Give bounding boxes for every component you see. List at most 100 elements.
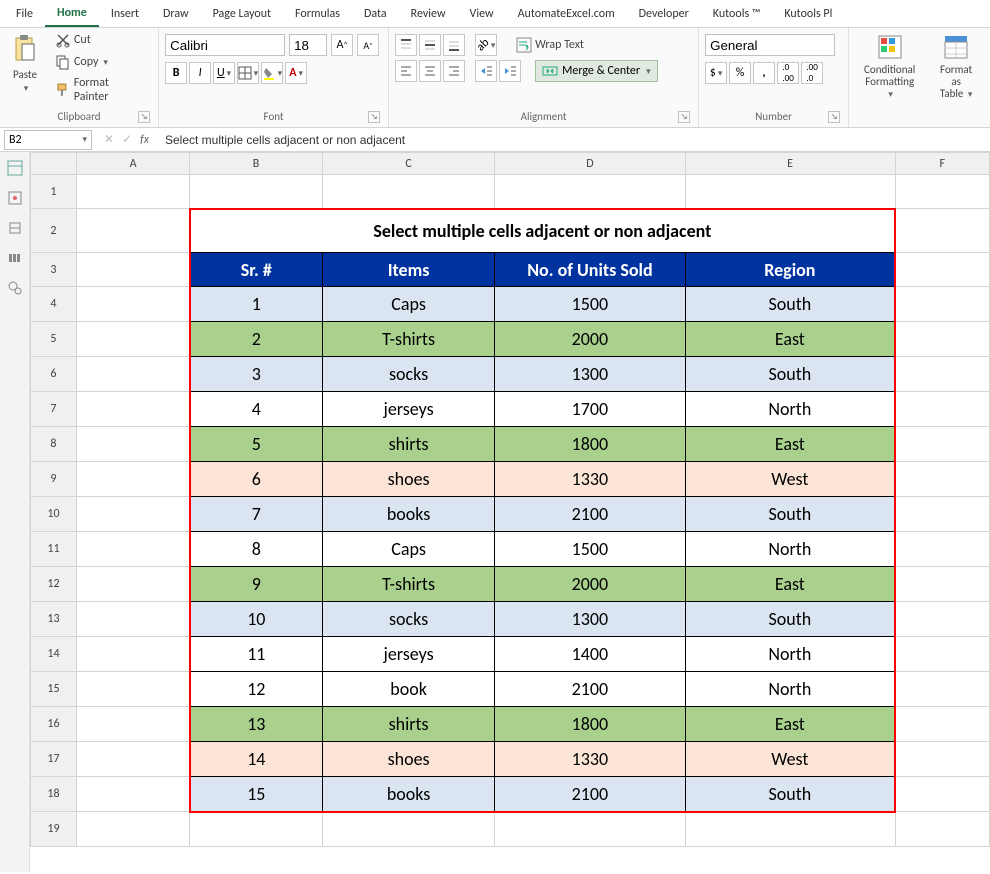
cell-F14[interactable]	[895, 637, 989, 672]
cell-E14[interactable]: North	[685, 637, 895, 672]
align-left-button[interactable]	[395, 60, 417, 82]
cell-E10[interactable]: South	[685, 497, 895, 532]
cell-F1[interactable]	[895, 175, 989, 209]
tab-automateexcel-com[interactable]: AutomateExcel.com	[506, 2, 627, 26]
font-name-combo[interactable]	[165, 34, 285, 56]
dialog-launcher-icon[interactable]: ↘	[678, 111, 690, 123]
header-region[interactable]: Region	[685, 253, 895, 287]
cell-B9[interactable]: 6	[190, 462, 323, 497]
tab-home[interactable]: Home	[45, 1, 99, 27]
cell-E1[interactable]	[685, 175, 895, 209]
tab-developer[interactable]: Developer	[627, 2, 701, 26]
grid[interactable]: ABCDEF12Select multiple cells adjacent o…	[30, 152, 990, 847]
cell-C4[interactable]: Caps	[322, 287, 494, 322]
cancel-formula-icon[interactable]: ✕	[104, 132, 114, 147]
cell-B5[interactable]: 2	[190, 322, 323, 357]
cell-B6[interactable]: 3	[190, 357, 323, 392]
sheet[interactable]: ABCDEF12Select multiple cells adjacent o…	[30, 152, 990, 872]
cell-A10[interactable]	[76, 497, 189, 532]
cell-A2[interactable]	[76, 209, 189, 253]
cell-E6[interactable]: South	[685, 357, 895, 392]
side-icon-3[interactable]	[7, 220, 23, 236]
cell-C7[interactable]: jerseys	[322, 392, 494, 427]
cell-D7[interactable]: 1700	[495, 392, 685, 427]
col-header-F[interactable]: F	[895, 153, 989, 175]
cell-F15[interactable]	[895, 672, 989, 707]
navigation-pane-icon[interactable]	[7, 160, 23, 176]
cell-F16[interactable]	[895, 707, 989, 742]
cell-E17[interactable]: West	[685, 742, 895, 777]
cell-E9[interactable]: West	[685, 462, 895, 497]
bold-button[interactable]: B	[165, 62, 187, 84]
cell-B1[interactable]	[190, 175, 323, 209]
header-items[interactable]: Items	[322, 253, 494, 287]
cell-E8[interactable]: East	[685, 427, 895, 462]
format-painter-button[interactable]: Format Painter	[48, 74, 152, 106]
row-header-19[interactable]: 19	[31, 812, 77, 847]
cell-D9[interactable]: 1330	[495, 462, 685, 497]
row-header-1[interactable]: 1	[31, 175, 77, 209]
cell-A13[interactable]	[76, 602, 189, 637]
cell-A15[interactable]	[76, 672, 189, 707]
cell-F12[interactable]	[895, 567, 989, 602]
cell-D11[interactable]: 1500	[495, 532, 685, 567]
col-header-D[interactable]: D	[495, 153, 685, 175]
col-header-C[interactable]: C	[322, 153, 494, 175]
align-top-button[interactable]	[395, 34, 417, 56]
col-header-E[interactable]: E	[685, 153, 895, 175]
cell-F13[interactable]	[895, 602, 989, 637]
cell-A19[interactable]	[76, 812, 189, 847]
italic-button[interactable]: I	[189, 62, 211, 84]
cell-F18[interactable]	[895, 777, 989, 812]
tab-file[interactable]: File	[4, 2, 45, 26]
cut-button[interactable]: Cut	[48, 30, 152, 50]
cell-B13[interactable]: 10	[190, 602, 323, 637]
name-box[interactable]: B2 ▾	[4, 130, 92, 150]
cell-F2[interactable]	[895, 209, 989, 253]
cell-F3[interactable]	[895, 253, 989, 287]
cell-E15[interactable]: North	[685, 672, 895, 707]
dialog-launcher-icon[interactable]: ↘	[138, 111, 150, 123]
merge-center-button[interactable]: Merge & Center ▾	[535, 60, 658, 82]
underline-button[interactable]: U▾	[213, 62, 235, 84]
row-header-5[interactable]: 5	[31, 322, 77, 357]
cell-D15[interactable]: 2100	[495, 672, 685, 707]
cell-F7[interactable]	[895, 392, 989, 427]
cell-B17[interactable]: 14	[190, 742, 323, 777]
cell-E11[interactable]: North	[685, 532, 895, 567]
cell-B15[interactable]: 12	[190, 672, 323, 707]
row-header-9[interactable]: 9	[31, 462, 77, 497]
cell-A6[interactable]	[76, 357, 189, 392]
row-header-12[interactable]: 12	[31, 567, 77, 602]
cell-A12[interactable]	[76, 567, 189, 602]
increase-decimal-button[interactable]: .0.00	[777, 62, 799, 84]
cell-B8[interactable]: 5	[190, 427, 323, 462]
cell-A4[interactable]	[76, 287, 189, 322]
cell-C15[interactable]: book	[322, 672, 494, 707]
align-middle-button[interactable]	[419, 34, 441, 56]
cell-C10[interactable]: books	[322, 497, 494, 532]
font-size-combo[interactable]	[289, 34, 327, 56]
cell-C1[interactable]	[322, 175, 494, 209]
row-header-18[interactable]: 18	[31, 777, 77, 812]
percent-button[interactable]: %	[729, 62, 751, 84]
row-header-10[interactable]: 10	[31, 497, 77, 532]
formula-input[interactable]	[161, 130, 986, 150]
row-header-11[interactable]: 11	[31, 532, 77, 567]
cell-F4[interactable]	[895, 287, 989, 322]
cell-B16[interactable]: 13	[190, 707, 323, 742]
col-header-B[interactable]: B	[190, 153, 323, 175]
cell-E12[interactable]: East	[685, 567, 895, 602]
cell-D16[interactable]: 1800	[495, 707, 685, 742]
cell-A1[interactable]	[76, 175, 189, 209]
cell-F17[interactable]	[895, 742, 989, 777]
decrease-decimal-button[interactable]: .00.0	[801, 62, 823, 84]
cell-D1[interactable]	[495, 175, 685, 209]
increase-font-button[interactable]: A˄	[331, 34, 353, 56]
cell-D19[interactable]	[495, 812, 685, 847]
cell-F8[interactable]	[895, 427, 989, 462]
align-center-button[interactable]	[419, 60, 441, 82]
cell-C13[interactable]: socks	[322, 602, 494, 637]
tab-data[interactable]: Data	[352, 2, 399, 26]
cell-D14[interactable]: 1400	[495, 637, 685, 672]
